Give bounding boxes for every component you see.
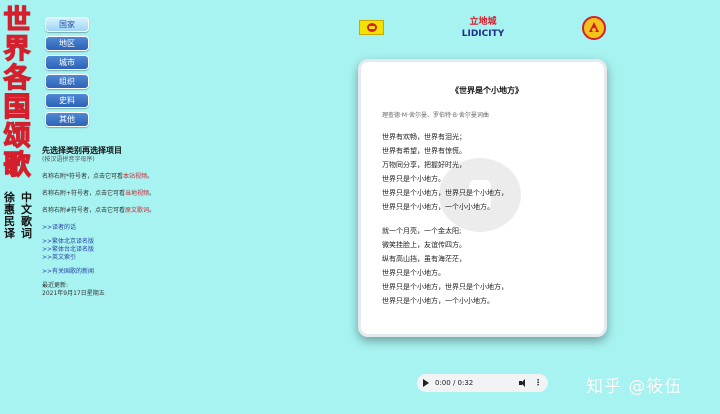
lyric-line: 世界只是个小地方。 bbox=[382, 175, 445, 183]
lyric-line: 微笑挂脸上，友谊传四方。 bbox=[382, 241, 466, 249]
lyric-line: 世界有欢畅，世界有泪光； bbox=[382, 133, 466, 141]
audio-player: 0:00 / 0:32 ⋮ bbox=[417, 374, 548, 392]
nav-button-region[interactable]: 地区 bbox=[45, 36, 89, 51]
song-credit: 理查德·M·舍尔曼、罗伯特·B·舍尔曼词曲 bbox=[382, 112, 489, 119]
lyric-line: 世界只是个小地方，世界只是个小地方， bbox=[382, 283, 508, 291]
info-panel: 先选择类别再选择项目 (按汉语拼音字母序) 名称右附*符号者，点击它可看本站视频… bbox=[42, 146, 192, 298]
site-subtitle: 徐 惠 民 译 中 文 歌 词 bbox=[4, 192, 32, 240]
note-text: 名称右附+符号者，点击它可看 bbox=[42, 190, 126, 197]
lyric-line: 纵有高山挡，虽有海茫茫， bbox=[382, 255, 466, 263]
note-video: 名称右附*符号者，点击它可看本站视频。 bbox=[42, 173, 192, 181]
updated-label: 最近更新: bbox=[42, 282, 69, 289]
note-local-video: 名称右附+符号者，点击它可看当地视频。 bbox=[42, 190, 192, 198]
note-highlight: 本站视频 bbox=[123, 173, 148, 180]
note-original-lyrics: 名称右附#符号者，点击它可看原文歌词。 bbox=[42, 207, 192, 215]
site-title-char: 各 bbox=[3, 63, 31, 94]
link-taipei-version[interactable]: >>繁体台北译名版 bbox=[42, 246, 192, 254]
nav-button-other[interactable]: 其他 bbox=[45, 112, 89, 127]
lyrics-content: 《世界是个小地方》 理查德·M·舍尔曼、罗伯特·B·舍尔曼词曲 世界有欢畅，世界… bbox=[382, 85, 592, 318]
lyrics-card: 《世界是个小地方》 理查德·M·舍尔曼、罗伯特·B·舍尔曼词曲 世界有欢畅，世界… bbox=[358, 59, 607, 337]
note-text: 。 bbox=[147, 173, 154, 180]
site-title-char: 国 bbox=[3, 92, 31, 123]
subtitle-char: 词 bbox=[21, 227, 32, 240]
nav-button-history[interactable]: 史料 bbox=[45, 93, 89, 108]
lyric-line: 世界只是个小地方，一个小小地方。 bbox=[382, 203, 494, 211]
stanza-1: 世界有欢畅，世界有泪光； 世界有希望，世界有惊慌。 万物同分享，把握好时光， 世… bbox=[382, 130, 592, 214]
subtitle-col-lyrics: 中 文 歌 词 bbox=[21, 192, 32, 240]
nav-button-organization[interactable]: 组织 bbox=[45, 74, 89, 89]
nav-button-city[interactable]: 城市 bbox=[45, 55, 89, 70]
note-text: 。 bbox=[149, 207, 156, 214]
info-subheading: (按汉语拼音字母序) bbox=[42, 156, 95, 163]
link-translator-note[interactable]: >>译者的话 bbox=[42, 224, 192, 232]
site-title-char: 歌 bbox=[3, 150, 31, 181]
page-title-en: LIDICITY bbox=[461, 29, 505, 39]
note-text: 。 bbox=[149, 190, 156, 197]
note-highlight: 原文歌词 bbox=[125, 207, 150, 214]
lyric-line: 万物同分享，把握好时光， bbox=[382, 161, 466, 169]
info-heading: 先选择类别再选择项目 bbox=[42, 146, 122, 155]
lyric-line: 世界有希望，世界有惊慌。 bbox=[382, 147, 466, 155]
lyric-line: 世界只是个小地方。 bbox=[382, 269, 445, 277]
category-nav: 国家 地区 城市 组织 史料 其他 bbox=[45, 17, 89, 127]
site-title-vertical: 世 界 各 国 颂 歌 bbox=[2, 5, 32, 181]
site-title-char: 世 bbox=[3, 5, 31, 36]
song-title: 《世界是个小地方》 bbox=[451, 86, 523, 95]
subtitle-col-translator: 徐 惠 民 译 bbox=[4, 192, 15, 240]
flag-icon bbox=[359, 20, 384, 35]
link-anthem-news[interactable]: >>有关国歌的新闻 bbox=[42, 268, 192, 276]
subtitle-char: 译 bbox=[4, 227, 15, 240]
page-header: 立地城 LIDICITY bbox=[440, 16, 526, 40]
lyric-line: 世界只是个小地方，世界只是个小地方， bbox=[382, 189, 508, 197]
updated-date: 2021年9月17日星期五 bbox=[42, 290, 105, 297]
stanza-2: 就一个月亮，一个金太阳; 微笑挂脸上，友谊传四方。 纵有高山挡，虽有海茫茫， 世… bbox=[382, 224, 592, 308]
link-beijing-version[interactable]: >>繁体北京译名版 bbox=[42, 238, 192, 246]
site-title-char: 颂 bbox=[3, 121, 31, 152]
note-text: 名称右附#符号者，点击它可看 bbox=[42, 207, 126, 214]
lyric-line: 世界只是个小地方，一个小小地方。 bbox=[382, 297, 494, 305]
page-title-cn: 立地城 bbox=[469, 17, 497, 27]
audio-time: 0:00 / 0:32 bbox=[435, 379, 474, 387]
zhihu-watermark: 知乎 @筱伍 bbox=[586, 377, 683, 397]
play-icon[interactable] bbox=[423, 379, 429, 387]
site-title-char: 界 bbox=[3, 34, 31, 65]
note-text: 名称右附*符号者，点击它可看 bbox=[42, 173, 124, 180]
volume-icon[interactable] bbox=[519, 379, 528, 387]
note-highlight: 当地视频 bbox=[125, 190, 150, 197]
nav-button-country[interactable]: 国家 bbox=[45, 17, 89, 32]
more-options-icon[interactable]: ⋮ bbox=[534, 379, 542, 387]
lyric-line: 就一个月亮，一个金太阳; bbox=[382, 227, 462, 235]
seal-icon bbox=[582, 16, 606, 40]
link-english-index[interactable]: >>英文索引 bbox=[42, 254, 192, 262]
